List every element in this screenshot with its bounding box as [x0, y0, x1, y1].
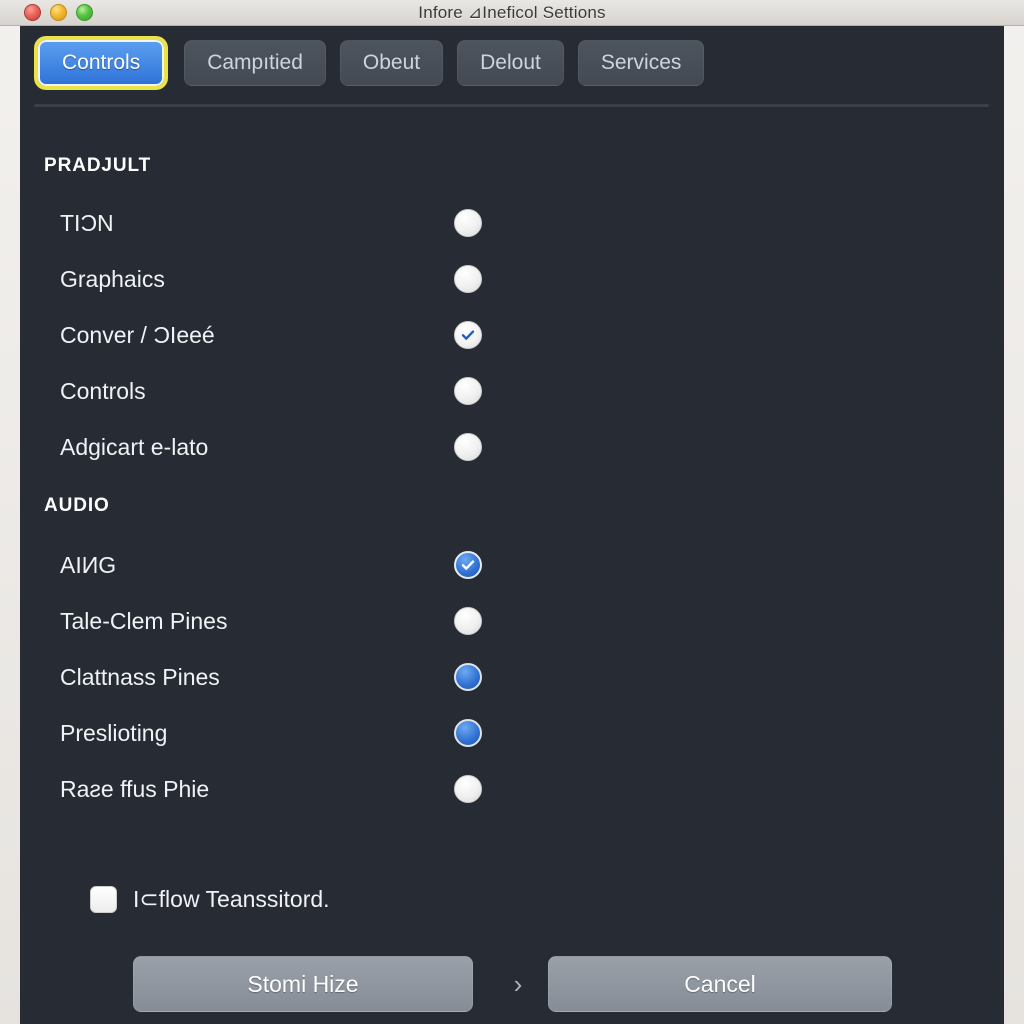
setting-toggle-controls[interactable] [454, 377, 482, 405]
chevron-right-icon: › [513, 969, 523, 999]
setting-label-adgicart: Adgicart e-lato [60, 433, 209, 460]
setting-toggle-conver[interactable] [454, 321, 482, 349]
setting-row-clattnass-pines[interactable]: Clattnass Pines [60, 660, 482, 694]
setting-row-raseffus-phie[interactable]: Raƨe ffus Phie [60, 772, 482, 806]
setting-row-tion[interactable]: TIƆN [60, 206, 482, 240]
stomi-hize-button-label: Stomi Hize [247, 970, 359, 997]
tab-services[interactable]: Services [577, 40, 705, 86]
tab-campitied-label: Campıtied [207, 51, 303, 74]
setting-label-aing: AIИG [60, 551, 117, 578]
setting-row-aing[interactable]: AIИG [60, 548, 482, 582]
tab-obeut[interactable]: Obeut [339, 40, 444, 86]
setting-row-controls[interactable]: Controls [60, 374, 482, 408]
settings-window: Infore ⊿Ineficol Settions Controls Campı… [0, 0, 1024, 1024]
setting-toggle-clattnass-pines[interactable] [454, 663, 482, 691]
transitions-checkbox-row[interactable]: I⊂flow Teanssitord. [90, 886, 330, 913]
tab-controls[interactable]: Controls [38, 40, 165, 86]
setting-toggle-tion[interactable] [454, 209, 482, 237]
tab-controls-label: Controls [62, 51, 141, 74]
tab-delout-label: Delout [480, 51, 541, 74]
setting-toggle-adgicart[interactable] [454, 433, 482, 461]
settings-panel: Controls Campıtied Obeut Delout Services… [20, 26, 1004, 1024]
setting-label-tion: TIƆN [60, 209, 114, 236]
setting-label-raseffus-phie: Raƨe ffus Phie [60, 775, 210, 802]
setting-row-preslioting[interactable]: Preslioting [60, 716, 482, 750]
setting-toggle-preslioting[interactable] [454, 719, 482, 747]
setting-row-adgicart[interactable]: Adgicart e-lato [60, 430, 482, 464]
window-titlebar: Infore ⊿Ineficol Settions [0, 0, 1024, 26]
setting-label-graphaics: Graphaics [60, 265, 165, 292]
setting-label-tale-clem-pines: Tale-Clem Pines [60, 607, 228, 634]
tab-delout[interactable]: Delout [457, 40, 564, 86]
setting-row-conver[interactable]: Conver / ƆIeeé [60, 318, 482, 352]
setting-toggle-tale-clem-pines[interactable] [454, 607, 482, 635]
section-heading-audio: AUDIO [44, 495, 110, 516]
setting-row-tale-clem-pines[interactable]: Tale-Clem Pines [60, 604, 482, 638]
setting-label-conver: Conver / ƆIeeé [60, 321, 215, 348]
setting-toggle-aing[interactable] [454, 551, 482, 579]
setting-toggle-graphaics[interactable] [454, 265, 482, 293]
tab-obeut-label: Obeut [362, 51, 421, 74]
footer-button-bar: Stomi Hize › Cancel [20, 956, 1004, 1024]
cancel-button[interactable]: Cancel [548, 956, 892, 1012]
transitions-checkbox-label: I⊂flow Teanssitord. [133, 886, 330, 912]
tab-services-label: Services [600, 51, 682, 74]
setting-label-preslioting: Preslioting [60, 719, 168, 746]
transitions-checkbox[interactable] [90, 886, 117, 913]
tab-divider [34, 104, 989, 107]
section-heading-pradjult: PRADJULT [44, 155, 152, 176]
tab-campitied[interactable]: Campıtied [184, 40, 326, 86]
setting-row-graphaics[interactable]: Graphaics [60, 262, 482, 296]
cancel-button-label: Cancel [684, 970, 756, 997]
stomi-hize-button[interactable]: Stomi Hize [133, 956, 473, 1012]
window-title: Infore ⊿Ineficol Settions [418, 3, 606, 22]
setting-label-clattnass-pines: Clattnass Pines [60, 663, 220, 690]
tab-bar: Controls Campıtied Obeut Delout Services [34, 40, 705, 86]
setting-label-controls: Controls [60, 377, 146, 404]
setting-toggle-raseffus-phie[interactable] [454, 775, 482, 803]
